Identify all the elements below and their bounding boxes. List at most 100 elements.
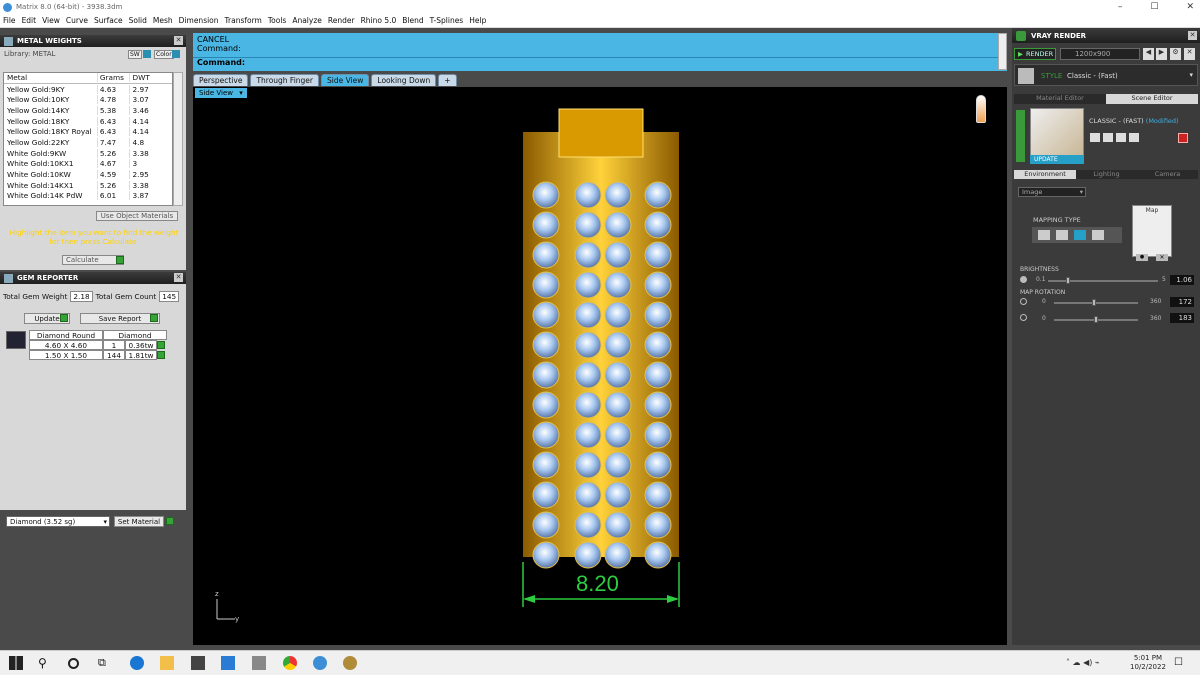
brightness-knob[interactable] (1066, 277, 1070, 284)
settings-icon[interactable]: ⚙ (1170, 48, 1181, 60)
color-button[interactable]: Color (154, 50, 174, 59)
rotation-2-value[interactable]: 183 (1170, 313, 1194, 323)
windows-start-icon[interactable] (9, 656, 23, 670)
task-view-icon[interactable]: ⧉ (98, 656, 112, 670)
lol-icon[interactable] (343, 656, 357, 670)
sw-toggle-icon[interactable] (143, 50, 151, 58)
save-icon[interactable] (1090, 133, 1100, 142)
save-report-go-icon[interactable] (150, 314, 158, 322)
sw-button[interactable]: SW (128, 50, 142, 59)
env-source-select[interactable]: Image ▾ (1018, 187, 1086, 197)
collapse-handle[interactable] (1016, 110, 1025, 162)
table-row[interactable]: Yellow Gold:14KY 5.38 3.46 (4, 105, 172, 116)
close-render-icon[interactable]: ✕ (1184, 48, 1195, 60)
notifications-icon[interactable]: ☐ (1174, 657, 1183, 668)
table-row[interactable]: Yellow Gold:18KY Royal 6.43 4.14 (4, 126, 172, 137)
menu-curve[interactable]: Curve (63, 16, 91, 25)
tab-side-view[interactable]: Side View (321, 74, 370, 86)
update-preset-button[interactable]: UPDATE (1030, 155, 1084, 164)
chrome-icon[interactable] (283, 656, 297, 670)
rotation-1-value[interactable]: 172 (1170, 297, 1194, 307)
color-toggle-icon[interactable] (172, 50, 180, 58)
store-icon[interactable] (191, 656, 205, 670)
cortana-icon[interactable] (68, 658, 79, 669)
viewport[interactable]: 8.20 z y (193, 87, 1007, 645)
file-explorer-icon[interactable] (160, 656, 174, 670)
col-dwt[interactable]: DWT (128, 73, 173, 83)
rotation-2-slider[interactable] (1054, 316, 1138, 323)
table-row[interactable]: White Gold:14KX1 5.26 3.38 (4, 180, 172, 191)
use-object-materials-button[interactable]: Use Object Materials (96, 211, 178, 221)
mapping-plane-icon[interactable] (1038, 230, 1050, 240)
update-go-icon[interactable] (60, 314, 68, 322)
table-row[interactable]: White Gold:10KX1 4.67 3 (4, 159, 172, 170)
tab-environment[interactable]: Environment (1014, 170, 1076, 179)
table-row[interactable]: 1.50 X 1.50 144 1.81tw (29, 350, 167, 360)
tab-material-editor[interactable]: Material Editor (1014, 94, 1106, 104)
add-tab-button[interactable]: + (438, 74, 457, 86)
mapping-cube-icon[interactable] (1056, 230, 1068, 240)
close-icon[interactable]: ✕ (174, 36, 183, 45)
metal-table-scrollbar[interactable] (173, 72, 183, 206)
set-material-go-icon[interactable] (166, 517, 174, 525)
close-icon[interactable]: ✕ (1188, 31, 1197, 40)
menu-analyze[interactable]: Analyze (289, 16, 325, 25)
resolution-select[interactable]: 1200x900 (1060, 48, 1140, 60)
col-grams[interactable]: Grams (96, 73, 129, 83)
table-row[interactable]: Yellow Gold:22KY 7.47 4.8 (4, 137, 172, 148)
next-icon[interactable]: ▶ (1156, 48, 1167, 60)
table-row[interactable]: Yellow Gold:18KY 6.43 4.14 (4, 116, 172, 127)
calculate-go-icon[interactable] (116, 256, 124, 264)
tray-icons[interactable]: ˄ ☁ ◀) ⌁ (1066, 658, 1100, 667)
table-row[interactable]: Yellow Gold:9KY 4.63 2.97 (4, 84, 172, 95)
light-probe-icon[interactable] (976, 95, 986, 123)
rotation-1-slider[interactable] (1054, 299, 1138, 306)
close-icon[interactable]: ✕ (174, 273, 183, 282)
maximize-button[interactable]: ☐ (1150, 0, 1158, 14)
gem-row-go-icon[interactable] (157, 341, 165, 349)
tab-looking-down[interactable]: Looking Down (371, 74, 437, 86)
matrix-icon[interactable] (313, 656, 327, 670)
folder-icon[interactable] (1129, 133, 1139, 142)
command-scrollbar[interactable] (998, 33, 1007, 70)
set-material-button[interactable]: Set Material (114, 516, 164, 527)
menu-tools[interactable]: Tools (265, 16, 289, 25)
tab-perspective[interactable]: Perspective (193, 74, 249, 86)
brightness-slider[interactable] (1048, 277, 1158, 284)
tab-through-finger[interactable]: Through Finger (250, 74, 319, 86)
map-preview[interactable]: Map (1132, 205, 1172, 257)
menu-mesh[interactable]: Mesh (150, 16, 176, 25)
menu-view[interactable]: View (39, 16, 63, 25)
tab-scene-editor[interactable]: Scene Editor (1106, 94, 1198, 104)
clock[interactable]: 5:01 PM 10/2/2022 (1130, 654, 1166, 672)
close-button[interactable]: ✕ (1186, 0, 1194, 14)
col-metal[interactable]: Metal (4, 73, 97, 82)
menu-file[interactable]: File (0, 16, 19, 25)
calculate-button[interactable]: Calculate (62, 255, 124, 265)
table-row[interactable]: White Gold:9KW 5.26 3.38 (4, 148, 172, 159)
rotation-2-knob[interactable] (1094, 316, 1098, 323)
unlink-icon[interactable] (1116, 133, 1126, 142)
menu-solid[interactable]: Solid (126, 16, 150, 25)
material-select[interactable]: Diamond (3.52 sg) ▾ (6, 516, 110, 527)
prev-icon[interactable]: ◀ (1143, 48, 1154, 60)
menu-surface[interactable]: Surface (91, 16, 126, 25)
table-row[interactable]: White Gold:10KW 4.59 2.95 (4, 169, 172, 180)
tab-camera[interactable]: Camera (1137, 170, 1198, 179)
map-remove-icon[interactable]: ✕ (1156, 254, 1168, 261)
edge-icon[interactable] (130, 656, 144, 670)
style-row[interactable]: STYLE Classic - (Fast) ▾ (1014, 64, 1198, 86)
mail-icon[interactable] (221, 656, 235, 670)
rotation-1-knob[interactable] (1092, 299, 1096, 306)
menu-render[interactable]: Render (325, 16, 358, 25)
menu-dimension[interactable]: Dimension (176, 16, 222, 25)
viewport-label[interactable]: Side View ▾ (195, 88, 247, 98)
mapping-sphere-icon[interactable] (1074, 230, 1086, 240)
table-row[interactable]: White Gold:14K PdW 6.01 3.87 (4, 191, 172, 202)
mapping-dome-icon[interactable] (1092, 230, 1104, 240)
minimize-button[interactable]: – (1118, 0, 1123, 14)
menu-edit[interactable]: Edit (19, 16, 40, 25)
menu-rhino[interactable]: Rhino 5.0 (358, 16, 400, 25)
save-report-button[interactable]: Save Report (80, 313, 160, 324)
render-button[interactable]: ▶ RENDER (1014, 48, 1056, 60)
